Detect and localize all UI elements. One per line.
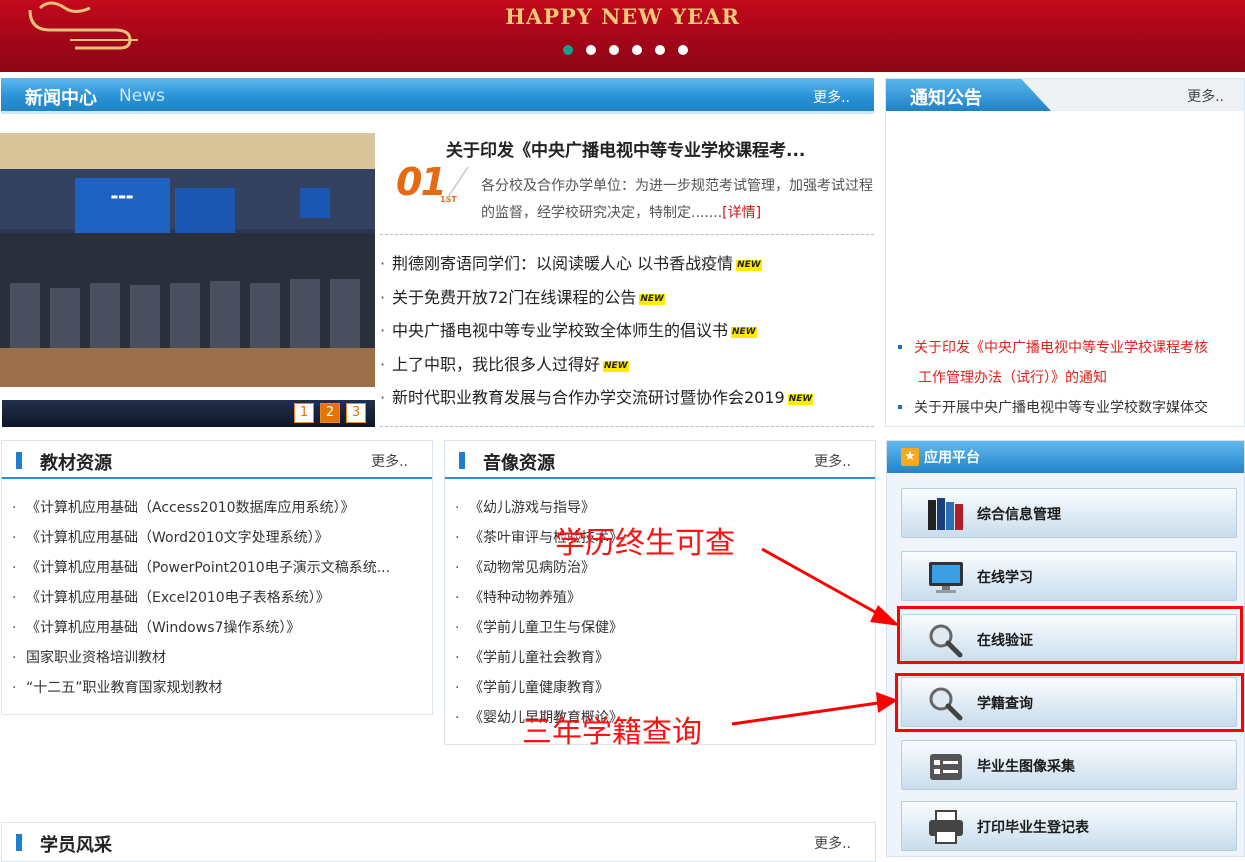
annotation-top: 学历终生可查 (555, 526, 735, 561)
annotation-bottom: 三年学籍查询 (522, 715, 702, 750)
